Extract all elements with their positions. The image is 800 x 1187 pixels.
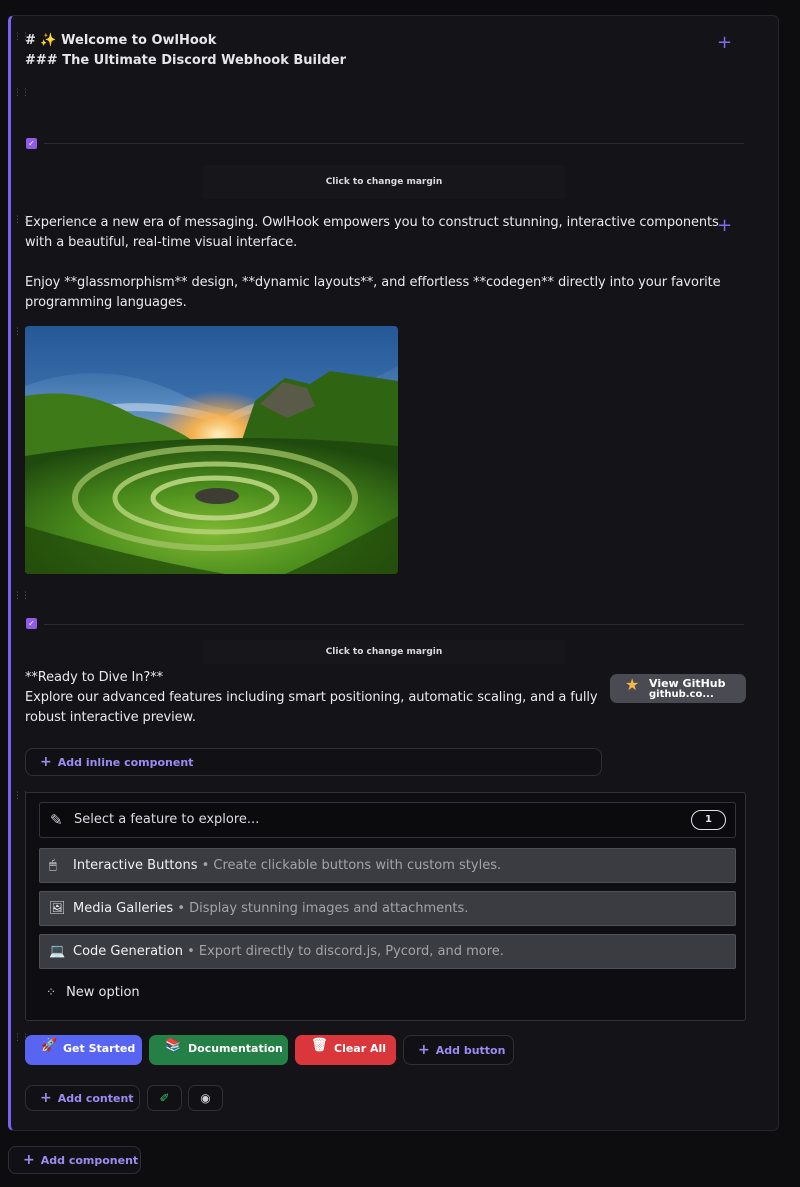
placeholder-text: Select a feature to explore... bbox=[74, 812, 260, 827]
separator-line bbox=[44, 143, 744, 144]
picture-icon: 🖼 bbox=[49, 901, 66, 916]
trash-icon: 🗑 bbox=[311, 1038, 328, 1053]
documentation-button[interactable]: 📚 Documentation bbox=[149, 1035, 288, 1065]
add-content-button[interactable]: + Add content bbox=[25, 1085, 140, 1111]
plus-icon: + bbox=[40, 1090, 52, 1106]
select-option[interactable]: 🖱 Interactive Buttons • Create clickable… bbox=[39, 848, 736, 883]
option-label: Code Generation bbox=[73, 944, 183, 959]
add-accessory-icon[interactable]: + bbox=[717, 34, 732, 52]
option-description: • Display stunning images and attachment… bbox=[177, 901, 469, 916]
option-description: • Create clickable buttons with custom s… bbox=[201, 858, 502, 873]
select-option[interactable]: 🖼 Media Galleries • Display stunning ima… bbox=[39, 891, 736, 926]
clear-all-button[interactable]: 🗑 Clear All bbox=[295, 1035, 396, 1065]
option-description: • Export directly to discord.js, Pycord,… bbox=[187, 944, 504, 959]
button-label: Add inline component bbox=[57, 756, 194, 769]
divider-checkbox[interactable]: ✓ bbox=[26, 618, 37, 629]
intro-line: Enjoy **glassmorphism** design, **dynami… bbox=[25, 275, 721, 290]
option-label: Interactive Buttons bbox=[73, 858, 198, 873]
github-link-button[interactable]: ★ View GitHub github.co... bbox=[610, 674, 746, 703]
rocket-icon: 🚀 bbox=[41, 1038, 58, 1053]
mouse-icon: 🖱 bbox=[49, 858, 57, 873]
intro-line: Experience a new era of messaging. OwlHo… bbox=[25, 215, 719, 230]
add-button-button[interactable]: + Add button bbox=[403, 1035, 514, 1065]
button-label: Clear All bbox=[334, 1042, 387, 1055]
button-label: Add content bbox=[57, 1092, 134, 1105]
heading-text[interactable]: # ✨ Welcome to OwlHook bbox=[25, 31, 216, 51]
plus-icon: + bbox=[418, 1042, 430, 1058]
brush-icon: ✐ bbox=[159, 1091, 170, 1105]
new-option-button[interactable]: ⁘ New option bbox=[46, 985, 140, 1000]
media-gallery-image[interactable] bbox=[25, 326, 398, 574]
select-menu-panel: ✎ Select a feature to explore... 1 🖱 Int… bbox=[25, 792, 746, 1021]
intro-line: programming languages. bbox=[25, 295, 187, 310]
drag-handle-icon[interactable] bbox=[13, 1037, 19, 1047]
drag-handle-icon[interactable] bbox=[13, 795, 19, 805]
new-option-label: New option bbox=[66, 985, 140, 1000]
laptop-icon: 💻 bbox=[49, 944, 66, 959]
container-component: # ✨ Welcome to OwlHook ### The Ultimate … bbox=[8, 15, 779, 1131]
option-label: Media Galleries bbox=[73, 901, 174, 916]
cta-text[interactable]: **Ready to Dive In?** Explore our advanc… bbox=[25, 668, 598, 728]
margin-button[interactable]: Click to change margin bbox=[203, 640, 565, 664]
intro-line: with a beautiful, real-time visual inter… bbox=[25, 235, 298, 250]
get-started-button[interactable]: 🚀 Get Started bbox=[25, 1035, 142, 1065]
drag-handle-icon[interactable] bbox=[13, 92, 19, 102]
cta-line: robust interactive preview. bbox=[25, 710, 196, 725]
github-url: github.co... bbox=[649, 689, 714, 700]
button-label: Add component bbox=[40, 1154, 139, 1167]
eye-icon: ◉ bbox=[200, 1091, 211, 1105]
drag-handle-icon[interactable] bbox=[13, 331, 19, 341]
pencil-icon: ✎ bbox=[50, 811, 63, 829]
drag-handle-icon[interactable] bbox=[13, 36, 19, 46]
subheading-text[interactable]: ### The Ultimate Discord Webhook Builder bbox=[25, 51, 346, 71]
spoiler-toggle-button[interactable]: ◉ bbox=[188, 1085, 223, 1111]
button-label: Get Started bbox=[63, 1042, 136, 1055]
plus-icon: + bbox=[23, 1152, 35, 1168]
add-component-button[interactable]: + Add component bbox=[8, 1146, 141, 1174]
plus-icon: + bbox=[40, 754, 52, 770]
star-icon: ★ bbox=[625, 675, 640, 694]
divider-checkbox[interactable]: ✓ bbox=[26, 138, 37, 149]
intro-text[interactable]: Experience a new era of messaging. OwlHo… bbox=[25, 213, 721, 313]
github-label: View GitHub bbox=[649, 677, 726, 690]
select-option[interactable]: 💻 Code Generation • Export directly to d… bbox=[39, 934, 736, 969]
cta-line: Explore our advanced features including … bbox=[25, 690, 598, 705]
count-badge[interactable]: 1 bbox=[691, 810, 726, 830]
button-label: Add button bbox=[435, 1044, 506, 1057]
grid-plus-icon: ⁘ bbox=[46, 985, 57, 999]
margin-button[interactable]: Click to change margin bbox=[203, 165, 565, 199]
button-label: Documentation bbox=[188, 1042, 283, 1055]
separator-line bbox=[44, 624, 744, 625]
books-icon: 📚 bbox=[165, 1038, 182, 1053]
accent-color-button[interactable]: ✐ bbox=[147, 1085, 182, 1111]
drag-handle-icon[interactable] bbox=[13, 595, 19, 605]
add-accessory-icon[interactable]: + bbox=[717, 217, 732, 235]
drag-handle-icon[interactable] bbox=[13, 219, 19, 229]
select-menu-placeholder[interactable]: ✎ Select a feature to explore... 1 bbox=[39, 802, 736, 838]
add-inline-component-button[interactable]: + Add inline component bbox=[25, 748, 602, 776]
cta-line: **Ready to Dive In?** bbox=[25, 670, 163, 685]
